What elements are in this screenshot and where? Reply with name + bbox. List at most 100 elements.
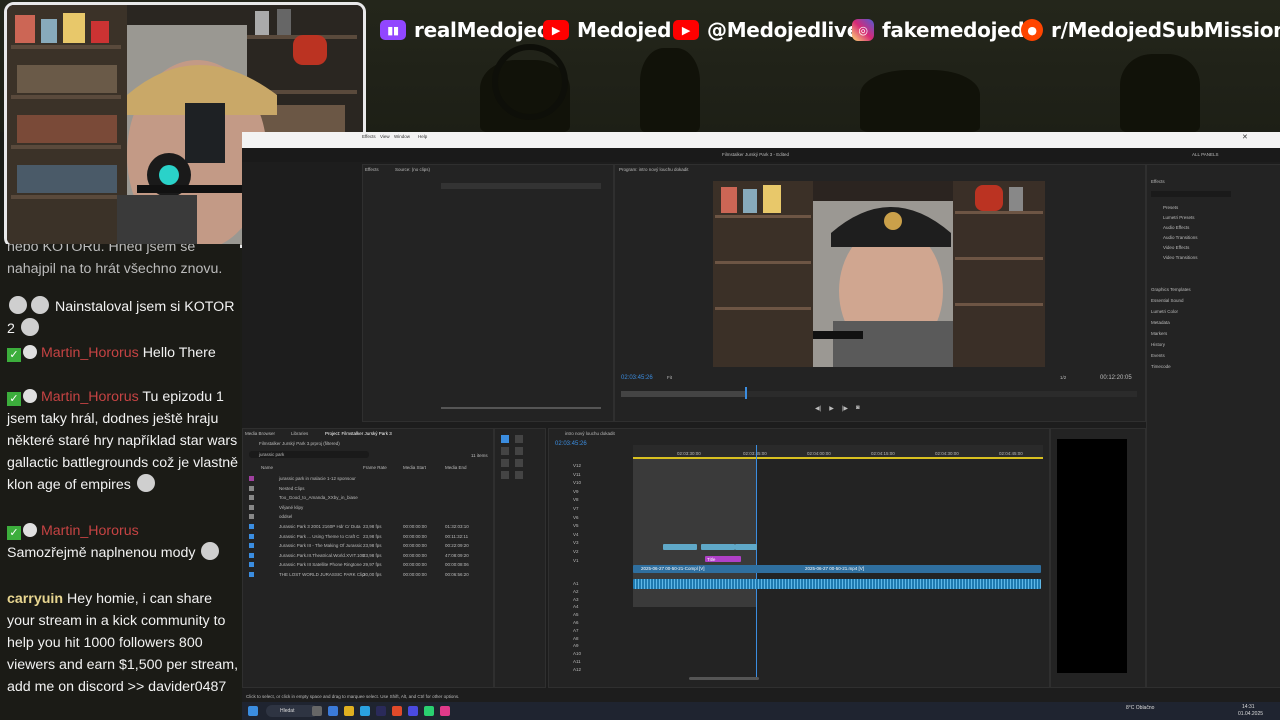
table-row[interactable]: oddsel [243,513,493,521]
panel-section[interactable]: Metadata [1151,320,1170,325]
close-icon[interactable]: ✕ [1242,133,1248,141]
video-track-label[interactable]: V9 [573,489,579,494]
tab-media-browser[interactable]: Media Browser [245,431,275,436]
title-clip[interactable]: Title [705,556,741,562]
audio-track-label[interactable]: A3 [573,597,579,602]
video-clip-v1[interactable]: 2025-06-27 00-50-21-Compl [V] 2025-06-27… [633,565,1041,573]
table-row[interactable]: Too_Good_to_Amanda_XXby_in_biase [243,494,493,502]
table-row[interactable]: Jurassic Park 3 2001 2160P Hdr Cr Duta 23… [243,523,493,531]
chrome-icon[interactable] [392,706,402,716]
video-track-label[interactable]: V8 [573,497,579,502]
timeline-scrollbar[interactable] [689,677,759,680]
app-icon[interactable] [424,706,434,716]
source-ruler[interactable] [441,183,601,189]
timeline-playhead[interactable] [756,445,757,677]
workspace-label[interactable]: ALL PANELS [1192,152,1219,157]
weather-label[interactable]: 8°C Oblačno [1126,705,1154,711]
effects-item[interactable]: Video Transitions [1163,255,1197,260]
audio-track-label[interactable]: A12 [573,667,581,672]
source-scrollbar[interactable] [441,407,601,409]
panel-section[interactable]: Graphics Templates [1151,287,1191,292]
tab-effects[interactable]: Effects [365,167,379,172]
edge-icon[interactable] [328,706,338,716]
track-select-tool-icon[interactable] [515,435,523,443]
menu-item[interactable]: Help [418,134,427,139]
selection-tool-icon[interactable] [501,435,509,443]
video-track-label[interactable]: V7 [573,506,579,511]
timeline-ruler[interactable]: 02:03:30:00 02:03:45:00 02:04:00:00 02:0… [633,445,1043,459]
tab-project[interactable]: Project: Filmstalker Jurský Park 3 [325,431,392,436]
effects-search-input[interactable] [1151,191,1231,197]
audio-track-label[interactable]: A11 [573,659,581,664]
video-track-label[interactable]: V2 [573,549,579,554]
project-search-input[interactable]: jurassic park [249,451,369,458]
effects-item[interactable]: Lumetri Presets [1163,215,1195,220]
timeline-timecode[interactable]: 02:03:45:26 [555,441,587,447]
chat-username[interactable]: carryuin [7,591,63,607]
chat-username[interactable]: Martin_Hororus [41,345,139,361]
column-header[interactable]: Media Start [403,465,426,470]
panel-section[interactable]: Essential Sound [1151,298,1184,303]
effects-item[interactable]: Presets [1163,205,1178,210]
timeline-tab[interactable]: intro nový louchu dokadit [565,431,615,436]
video-track-label[interactable]: V1 [573,558,579,563]
video-track-label[interactable]: V4 [573,532,579,537]
audio-track-label[interactable]: A6 [573,620,579,625]
app-icon[interactable] [440,706,450,716]
tab-libraries[interactable]: Libraries [291,431,308,436]
ripple-edit-tool-icon[interactable] [501,447,509,455]
fit-dropdown[interactable]: Fit [667,375,672,380]
video-track-label[interactable]: V5 [573,523,579,528]
clock-time[interactable]: 14:31 [1242,704,1255,710]
play-icon[interactable]: ▶ [829,405,834,413]
audio-track-label[interactable]: A4 [573,604,579,609]
column-header[interactable]: Media End [445,465,467,470]
table-row[interactable]: Jurassic.Park.III.Theatrical.World.XVIT.… [243,552,493,560]
audio-track-label[interactable]: A7 [573,628,579,633]
table-row[interactable]: jurassic park in malacie 1-12 sponsour [243,475,493,483]
panel-section[interactable]: Lumetri Color [1151,309,1178,314]
panel-section[interactable]: History [1151,342,1165,347]
audio-track-label[interactable]: A10 [573,651,581,656]
video-track-label[interactable]: V11 [573,472,581,477]
store-icon[interactable] [360,706,370,716]
menu-item[interactable]: Window [394,134,410,139]
table-row[interactable]: Vějané klipy [243,504,493,512]
app-icon[interactable] [408,706,418,716]
table-row[interactable]: Jurassic Park ... Using Theme to Craft C… [243,533,493,541]
playhead[interactable] [745,387,747,399]
menu-item[interactable]: View [380,134,390,139]
column-header[interactable]: Frame Rate [363,465,387,470]
menu-item[interactable]: Effects [362,134,376,139]
program-timecode[interactable]: 02:03:45:26 [621,375,653,381]
panel-section[interactable]: Timecode [1151,364,1171,369]
audio-clip-a1[interactable] [633,579,1041,589]
taskview-icon[interactable] [312,706,322,716]
pen-tool-icon[interactable] [515,459,523,467]
clock-date[interactable]: 01.04.2025 [1238,711,1263,717]
windows-start-icon[interactable] [248,706,258,716]
tab-source[interactable]: Source: (no clips) [395,167,430,172]
type-tool-icon[interactable] [515,471,523,479]
table-row[interactable]: Nested Clips [243,485,493,493]
video-clip[interactable] [735,544,757,550]
video-track-label[interactable]: V12 [573,463,581,468]
audio-track-label[interactable]: A9 [573,643,579,648]
table-row[interactable]: THE LOST WORLD JURASSIC PARK Clip 30,00 f… [243,571,493,579]
hand-tool-icon[interactable] [501,471,509,479]
premiere-icon[interactable] [376,706,386,716]
video-clip[interactable] [701,544,735,550]
effects-item[interactable]: Audio Transitions [1163,235,1198,240]
video-clip[interactable] [663,544,697,550]
audio-track-label[interactable]: A8 [573,636,579,641]
table-row[interactable]: Jurassic Park III Satellite Phone Ringto… [243,561,493,569]
razor-tool-icon[interactable] [515,447,523,455]
video-track-label[interactable]: V10 [573,480,581,485]
column-header[interactable]: Name [261,465,273,470]
effects-item[interactable]: Audio Effects [1163,225,1189,230]
step-forward-icon[interactable]: |▶ [842,405,848,413]
export-frame-icon[interactable]: ◙ [856,405,860,413]
quality-dropdown[interactable]: 1/2 [1060,375,1066,380]
taskbar-search[interactable]: Hledat [266,705,318,717]
video-track-label[interactable]: V3 [573,540,579,545]
